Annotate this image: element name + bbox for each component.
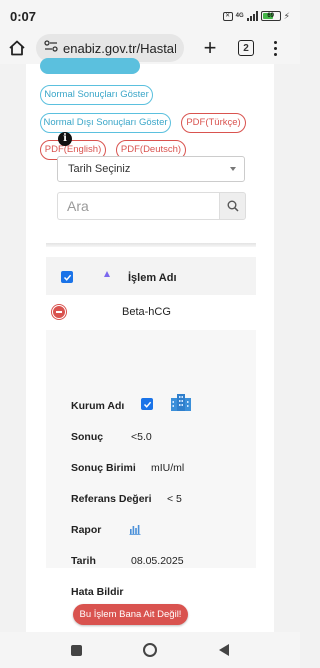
reference-value: < 5: [167, 493, 182, 505]
pdf-turkish-button[interactable]: PDF(Türkçe): [181, 113, 246, 133]
search-icon: [227, 200, 239, 212]
home-icon[interactable]: [8, 39, 26, 57]
collapse-icon[interactable]: [52, 305, 66, 319]
abnormal-results-button[interactable]: Normal Dışı Sonuçları Göster: [40, 113, 171, 133]
battery-percent: 69: [267, 13, 275, 19]
network-type-icon: 4G: [235, 13, 244, 19]
reference-label: Referans Değeri: [71, 493, 152, 505]
home-circle-icon[interactable]: [143, 643, 158, 657]
chevron-down-icon: [230, 167, 236, 171]
date-select[interactable]: Tarih Seçiniz: [57, 156, 245, 182]
search-input[interactable]: [57, 192, 219, 220]
site-settings-icon[interactable]: [44, 39, 58, 57]
back-icon[interactable]: [219, 644, 230, 656]
recent-apps-icon[interactable]: [70, 644, 82, 656]
status-bar: 0:07 ✕ 4G 69 ⚡: [0, 0, 300, 32]
status-time: 0:07: [10, 8, 37, 24]
row-name: Beta-hCG: [122, 306, 171, 318]
bar-chart-icon[interactable]: [129, 523, 141, 535]
normal-results-button[interactable]: Normal Sonuçları Göster: [40, 85, 153, 105]
tabs-icon[interactable]: 2: [238, 40, 254, 56]
institution-checkbox[interactable]: [141, 398, 153, 410]
battery-icon: 69: [260, 11, 281, 21]
result-label: Sonuç: [71, 431, 104, 443]
date-value: 08.05.2025: [131, 555, 184, 567]
table-top-divider: [46, 243, 256, 247]
status-icons: ✕ 4G 69 ⚡: [222, 10, 290, 22]
date-label: Tarih: [71, 555, 96, 567]
info-icon[interactable]: i: [58, 132, 72, 146]
result-value: <5.0: [131, 431, 152, 443]
search-button[interactable]: [219, 192, 246, 220]
system-nav-bar: [0, 632, 300, 668]
institution-label: Kurum Adı: [71, 400, 125, 412]
unit-label: Sonuç Birimi: [71, 462, 136, 474]
report-error-label: Hata Bildir: [71, 586, 124, 598]
signal-icon: [246, 11, 258, 21]
column-header-islem-adi[interactable]: İşlem Adı: [128, 272, 177, 284]
new-tab-plus-icon[interactable]: +: [200, 37, 220, 59]
report-label: Rapor: [71, 524, 102, 536]
checkmark-icon: [63, 274, 71, 281]
notification-icon: ✕: [222, 11, 233, 21]
select-all-checkbox[interactable]: [61, 271, 73, 283]
partially-hidden-filter-button[interactable]: [40, 58, 140, 74]
date-select-value: Tarih Seçiniz: [68, 163, 131, 175]
unit-value: mIU/ml: [151, 462, 185, 474]
url-text: enabiz.gov.tr/HastaBil: [63, 40, 176, 56]
hospital-building-icon[interactable]: [170, 392, 192, 412]
checkmark-icon: [143, 401, 151, 408]
sort-asc-icon[interactable]: [104, 271, 110, 277]
not-my-record-button[interactable]: Bu İşlem Bana Ait Değil!: [73, 604, 188, 625]
menu-icon[interactable]: [274, 40, 277, 56]
charging-icon: ⚡: [283, 10, 290, 21]
